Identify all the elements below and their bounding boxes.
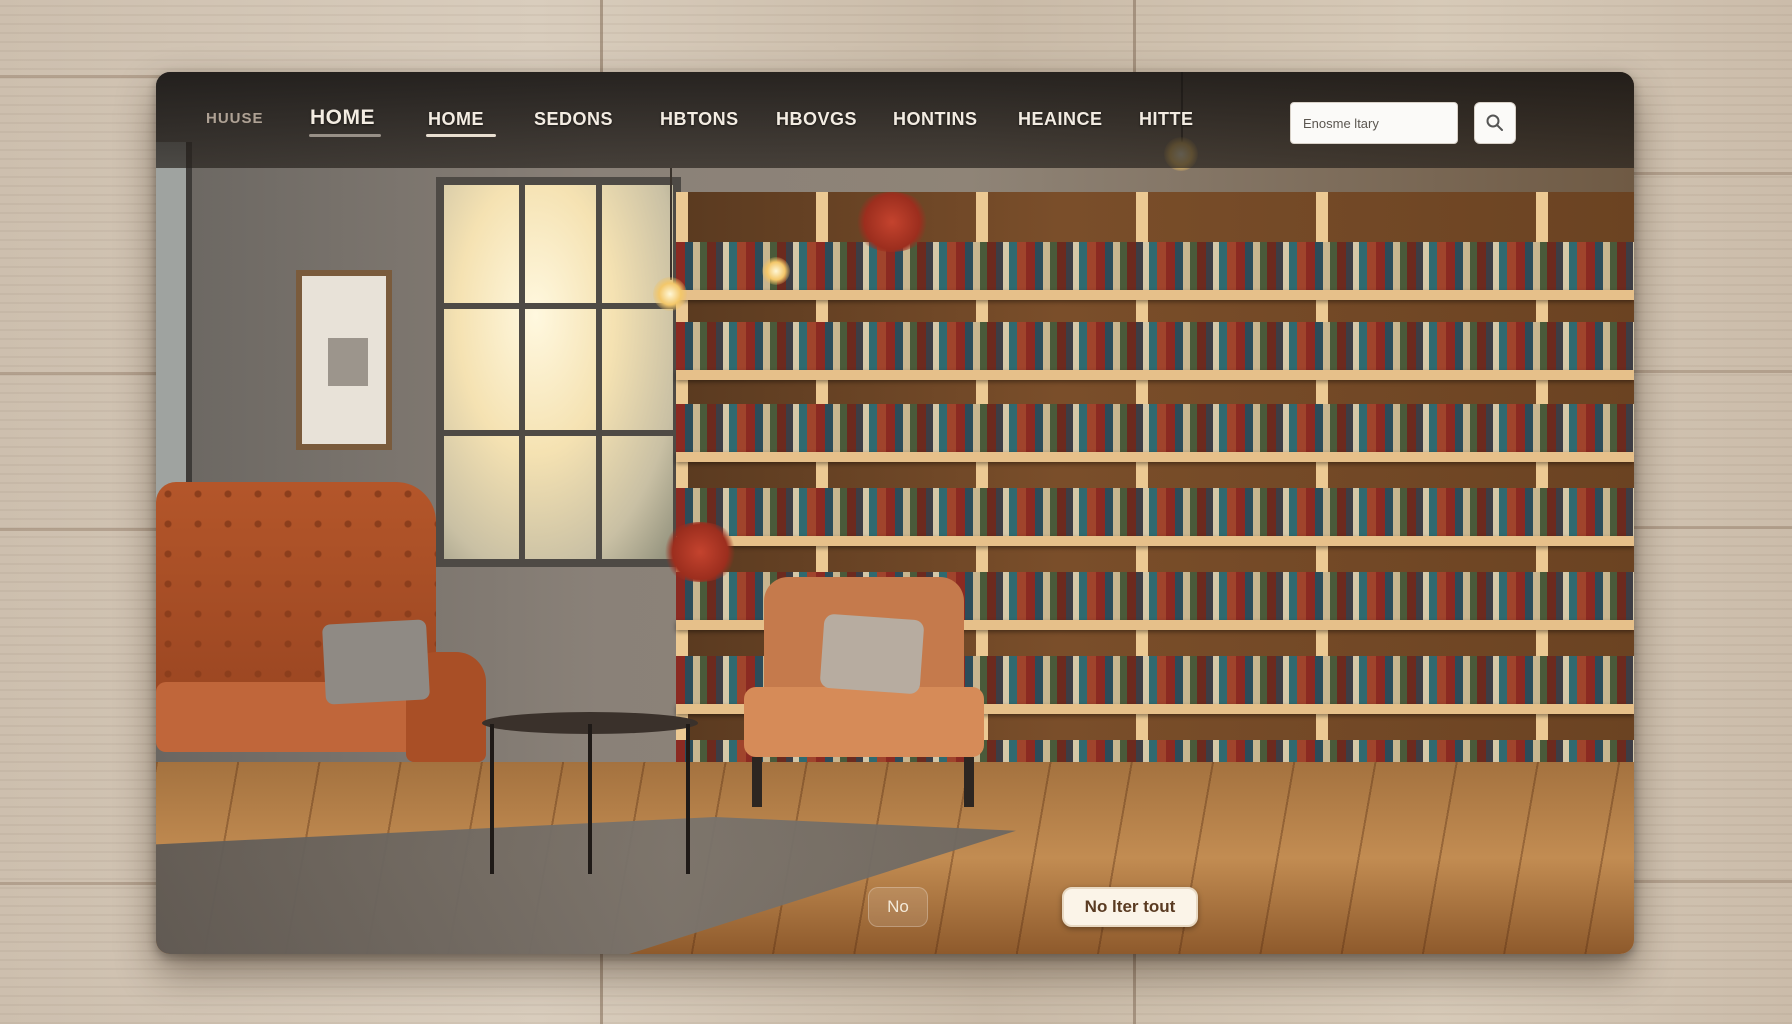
tufted-sofa [156, 482, 486, 792]
wood-plank-seam [1632, 172, 1792, 175]
wood-plank-seam [0, 75, 160, 78]
nav-item-hitte[interactable]: HITTE [1139, 109, 1194, 130]
search-icon [1486, 114, 1503, 131]
brand-logo[interactable]: HUUSE [206, 110, 264, 127]
nav-item-home[interactable]: HOME [310, 106, 375, 130]
wood-plank-seam [1632, 880, 1792, 883]
flower-vase [660, 522, 740, 582]
website-mockup-window: HUUSE HOME HOME SEDONS HBTONS HBOVGS HON… [156, 72, 1634, 954]
coffee-table [482, 712, 698, 882]
wood-plank-seam [1632, 526, 1792, 529]
primary-cta-button[interactable]: No lter tout [1062, 887, 1198, 927]
wood-plank-seam [1632, 370, 1792, 373]
pendant-lamp [653, 277, 687, 311]
nav-underline [309, 134, 381, 137]
secondary-button[interactable]: No [868, 887, 928, 927]
search-input[interactable] [1290, 102, 1458, 144]
pendant-lamp [762, 257, 790, 285]
nav-active-underline [426, 134, 496, 137]
wood-plank-seam [0, 372, 160, 375]
nav-item-hontins[interactable]: HONTINS [893, 109, 978, 130]
armchair [744, 577, 984, 807]
nav-item-sedons[interactable]: SEDONS [534, 109, 613, 130]
top-navigation-bar: HUUSE HOME HOME SEDONS HBTONS HBOVGS HON… [156, 72, 1634, 168]
wood-plank-seam [0, 882, 160, 885]
wood-plank-seam [0, 528, 160, 531]
nav-item-hbovgs[interactable]: HBOVGS [776, 109, 857, 130]
nav-item-home-active[interactable]: HOME [428, 109, 484, 130]
nav-item-hbtons[interactable]: HBTONS [660, 109, 739, 130]
nav-item-heaince[interactable]: HEAINCE [1018, 109, 1103, 130]
hero-library-image [156, 72, 1634, 954]
search-button[interactable] [1474, 102, 1516, 144]
flower-vase [852, 192, 932, 252]
wall-art-frame [296, 270, 392, 450]
